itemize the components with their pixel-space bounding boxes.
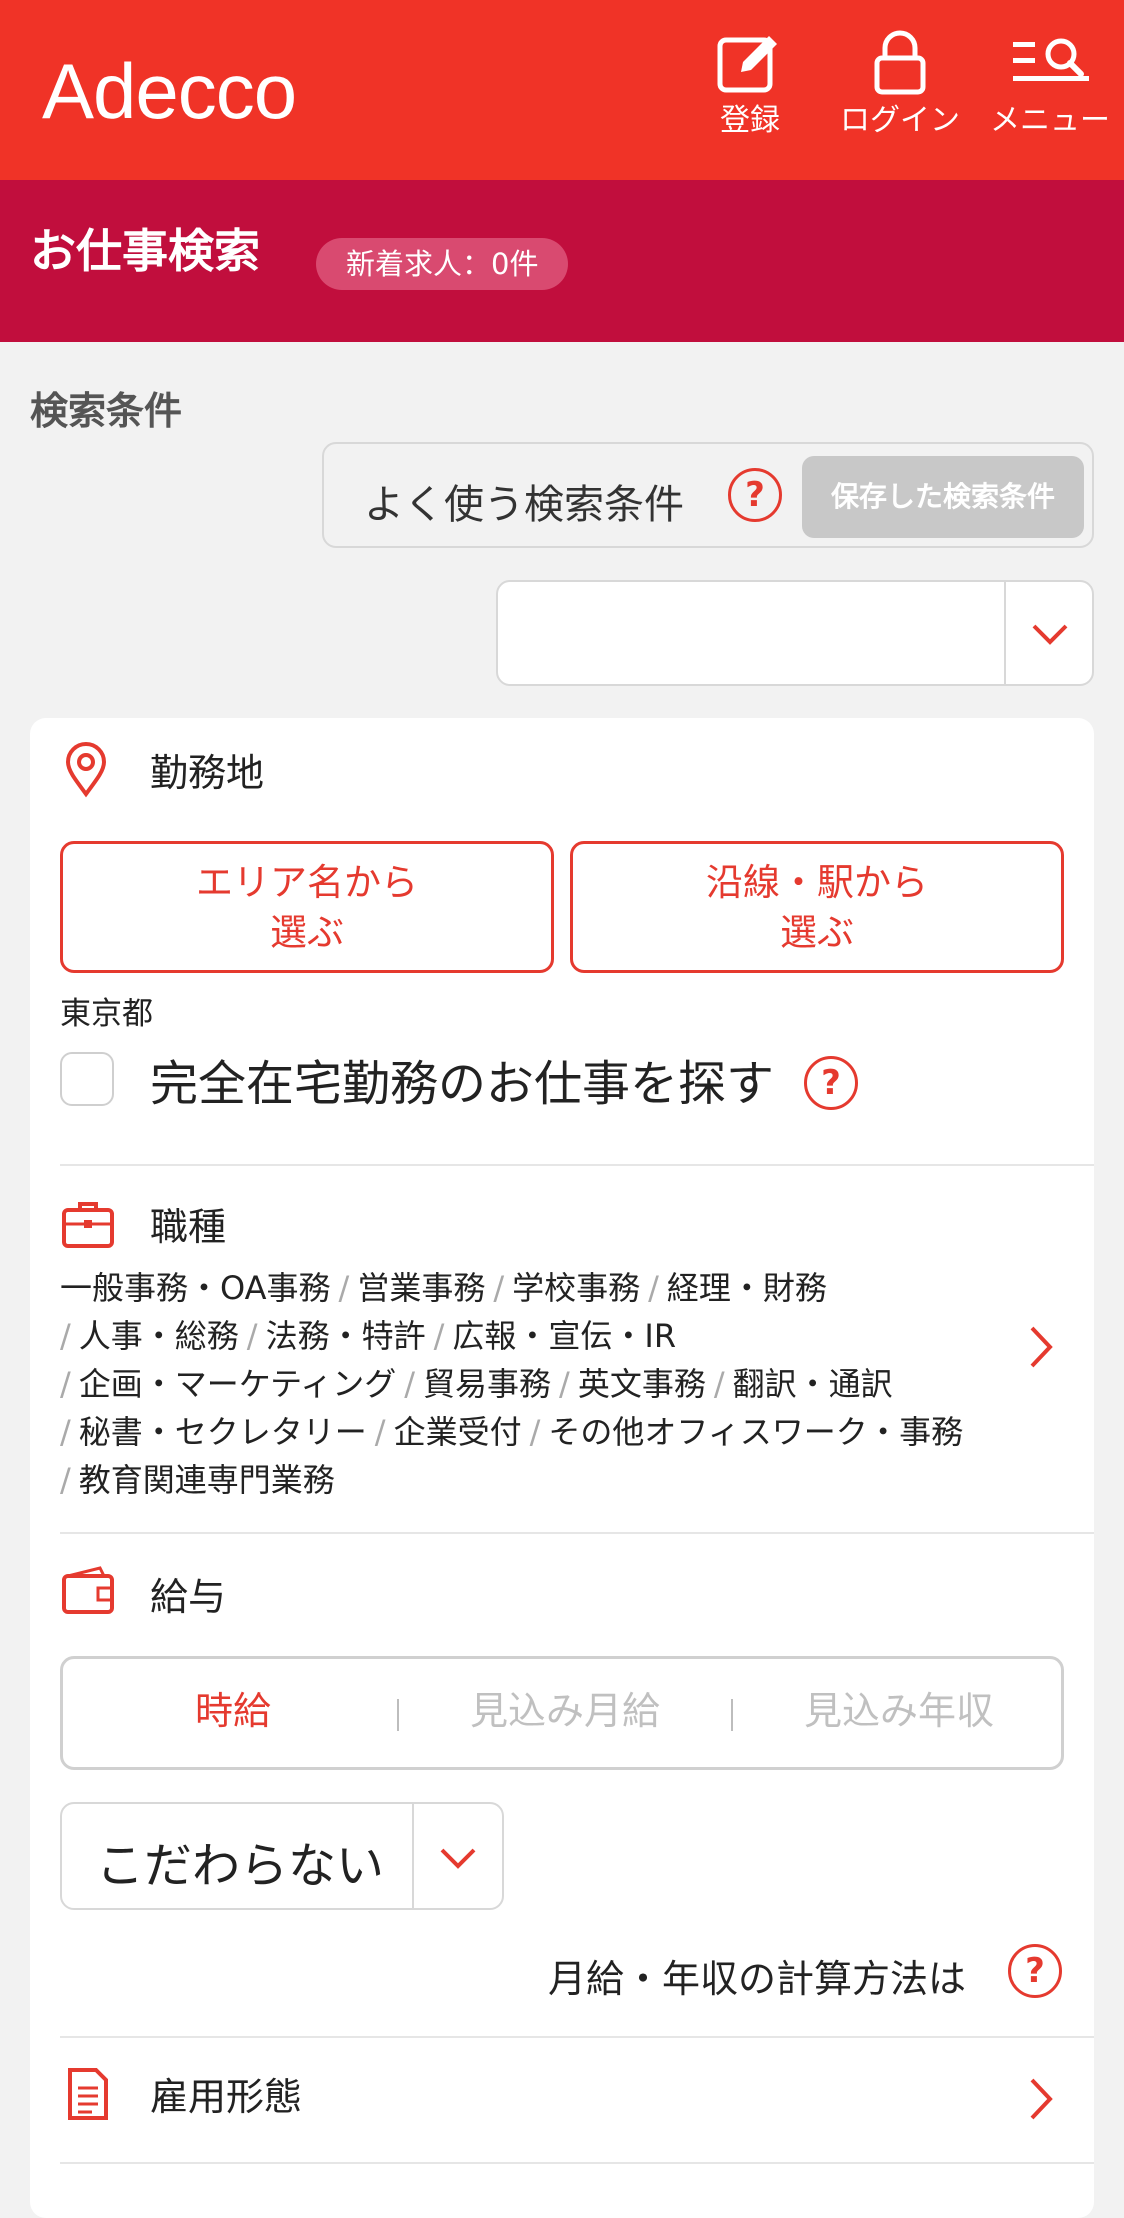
job-type-separator: /: [529, 1413, 541, 1451]
saved-conditions-button[interactable]: 保存した検索条件: [802, 456, 1084, 538]
login-button[interactable]: ログイン: [835, 28, 965, 158]
location-label: 勤務地: [150, 751, 265, 795]
job-type-item: 広報・宣伝・IR: [452, 1317, 677, 1355]
job-type-item: 法務・特許: [265, 1317, 426, 1355]
page-title: お仕事検索: [30, 224, 260, 278]
job-type-label: 職種: [150, 1205, 227, 1249]
job-type-separator: /: [60, 1317, 71, 1355]
new-jobs-badge[interactable]: 新着求人：0件: [316, 238, 569, 290]
calc-help-icon[interactable]: ?: [1008, 1944, 1062, 1998]
job-type-separator: /: [493, 1269, 505, 1307]
employment-type-label: 雇用形態: [150, 2075, 303, 2119]
job-type-separator: /: [338, 1269, 350, 1307]
saved-conditions-bar: よく使う検索条件 ? 保存した検索条件: [322, 442, 1094, 548]
menu-button[interactable]: メニュー: [985, 28, 1115, 158]
area-select-button[interactable]: エリア名から 選ぶ: [60, 841, 554, 973]
document-icon: [66, 2066, 110, 2126]
edit-icon: [685, 28, 815, 98]
menu-label: メニュー: [990, 103, 1110, 138]
job-type-item: 秘書・セクレタリー: [78, 1413, 367, 1451]
search-form-card: 勤務地 エリア名から 選ぶ 沿線・駅から 選ぶ 東京都 完全在宅勤務のお仕事を探…: [30, 718, 1094, 2218]
area-button-line2: 選ぶ: [270, 911, 344, 954]
job-type-item: 企画・マーケティング: [78, 1365, 397, 1403]
location-pin-icon: [64, 742, 108, 802]
tab-annual[interactable]: 見込み年収: [749, 1659, 1049, 1767]
area-button-line1: エリア名から: [196, 861, 418, 904]
job-type-item: 英文事務: [577, 1365, 706, 1403]
job-type-separator: /: [60, 1365, 71, 1403]
remote-work-checkbox[interactable]: [60, 1052, 114, 1106]
line-button-line1: 沿線・駅から: [706, 861, 928, 904]
saved-conditions-label: よく使う検索条件: [364, 482, 684, 528]
login-label: ログイン: [840, 103, 960, 138]
tab-separator: [397, 1699, 399, 1731]
app-header: Adecco 登録 ログイン メニュー: [0, 0, 1124, 180]
job-type-item: 教育関連専門業務: [78, 1461, 335, 1499]
remote-help-icon[interactable]: ?: [804, 1056, 858, 1110]
title-band: お仕事検索 新着求人：0件: [0, 180, 1124, 342]
job-type-item: 営業事務: [357, 1269, 486, 1307]
job-type-item: その他オフィスワーク・事務: [548, 1413, 964, 1451]
saved-conditions-select[interactable]: [496, 580, 1094, 686]
job-type-item: 人事・総務: [78, 1317, 239, 1355]
job-type-item: 学校事務: [512, 1269, 641, 1307]
job-type-item: 企業受付: [393, 1413, 522, 1451]
chevron-right-icon[interactable]: [1026, 1322, 1056, 1376]
tab-separator: [731, 1699, 733, 1731]
wallet-icon: [60, 1564, 116, 1620]
job-type-item: 経理・財務: [666, 1269, 827, 1307]
job-type-separator: /: [404, 1365, 416, 1403]
job-type-item: 一般事務・OA事務: [60, 1269, 331, 1307]
salary-amount-select[interactable]: こだわらない: [60, 1802, 504, 1910]
register-button[interactable]: 登録: [685, 28, 815, 158]
register-label: 登録: [720, 103, 780, 138]
search-conditions-heading: 検索条件: [30, 389, 183, 433]
job-type-separator: /: [713, 1365, 725, 1403]
menu-search-icon: [985, 28, 1115, 98]
job-type-separator: /: [374, 1413, 386, 1451]
job-type-separator: /: [648, 1269, 659, 1307]
select-divider: [1004, 582, 1006, 684]
job-type-list[interactable]: 一般事務・OA事務 / 営業事務 / 学校事務 / 経理・財務 / 人事・総務 / 法務・特許 / 広報…: [60, 1264, 1050, 1504]
calc-method-link[interactable]: 月給・年収の計算方法は: [548, 1948, 966, 2003]
briefcase-icon: [60, 1198, 116, 1254]
tab-hourly[interactable]: 時給: [83, 1659, 383, 1767]
chevron-down-icon: [436, 1838, 480, 1882]
job-type-separator: /: [60, 1461, 71, 1499]
salary-select-value: こだわらない: [96, 1838, 385, 1894]
job-type-separator: /: [246, 1317, 258, 1355]
selected-location: 東京都: [60, 996, 153, 1032]
remote-work-label[interactable]: 完全在宅勤務のお仕事を探す: [150, 1044, 774, 1114]
divider: [60, 2162, 1094, 2164]
chevron-right-icon: [1026, 2074, 1056, 2128]
lock-icon: [835, 28, 965, 98]
salary-type-tabs: 時給 見込み月給 見込み年収: [60, 1656, 1064, 1770]
job-type-item: 貿易事務: [423, 1365, 552, 1403]
adecco-logo[interactable]: Adecco: [42, 52, 297, 130]
job-type-item: 翻訳・通訳: [732, 1365, 893, 1403]
tab-monthly[interactable]: 見込み月給: [415, 1659, 715, 1767]
line-station-select-button[interactable]: 沿線・駅から 選ぶ: [570, 841, 1064, 973]
job-type-separator: /: [433, 1317, 445, 1355]
salary-label: 給与: [150, 1575, 227, 1619]
divider: [60, 1532, 1094, 1534]
job-type-separator: /: [559, 1365, 570, 1403]
select-divider: [412, 1804, 414, 1908]
divider: [60, 1164, 1094, 1166]
employment-type-row[interactable]: 雇用形態: [30, 2036, 1094, 2160]
chevron-down-icon: [1028, 614, 1072, 658]
help-icon[interactable]: ?: [728, 468, 782, 522]
line-button-line2: 選ぶ: [780, 911, 854, 954]
job-type-separator: /: [60, 1413, 71, 1451]
